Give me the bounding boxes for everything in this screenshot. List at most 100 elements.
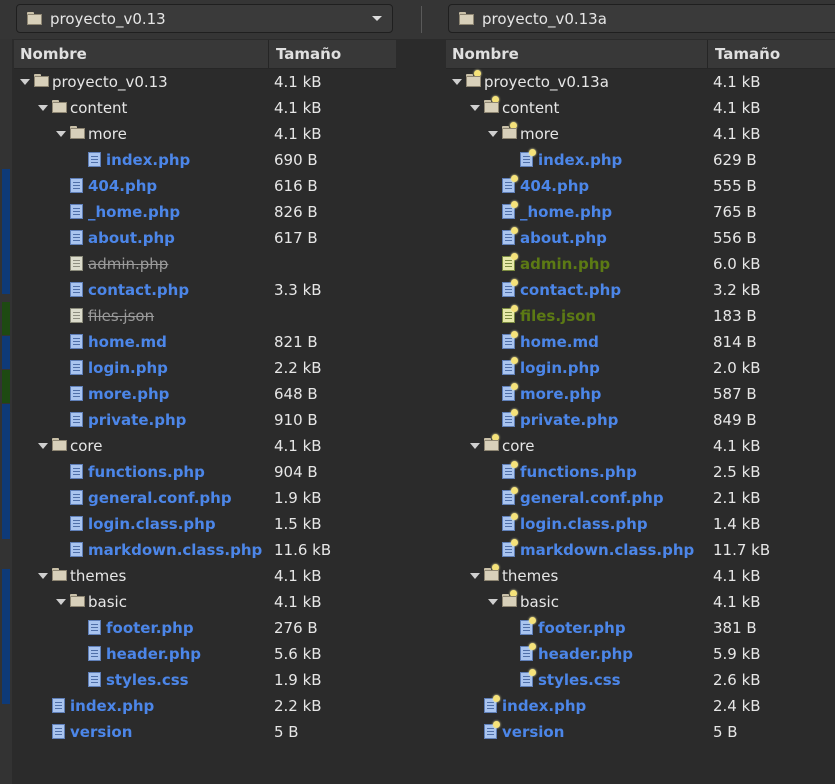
file-row[interactable]: header.php 5.9 kB [446,641,835,667]
file-row[interactable]: styles.css 1.9 kB [14,667,396,693]
diff-marker[interactable] [2,336,10,369]
expander-icon[interactable] [38,573,48,579]
file-row[interactable]: functions.php 2.5 kB [446,459,835,485]
folder-row[interactable]: basic 4.1 kB [14,589,396,615]
expander-icon[interactable] [56,131,66,137]
file-row[interactable]: version 5 B [14,719,396,745]
expander-icon[interactable] [38,105,48,111]
file-row[interactable]: 404.php 616 B [14,173,396,199]
column-size-header[interactable]: Tamaño [276,45,341,63]
folder-icon [502,122,517,139]
file-row[interactable]: general.conf.php 2.1 kB [446,485,835,511]
item-size: 3.3 kB [274,281,322,299]
file-row[interactable]: styles.css 2.6 kB [446,667,835,693]
folder-row[interactable]: core 4.1 kB [14,433,396,459]
right-file-tree[interactable]: Nombre Tamaño proyecto_v0.13a 4.1 kB conte… [446,39,835,784]
file-row[interactable]: home.md 814 B [446,329,835,355]
expander-icon[interactable] [20,79,30,85]
file-row[interactable]: _home.php 765 B [446,199,835,225]
left-location-combo[interactable]: proyecto_v0.13 [16,4,393,33]
column-header: Nombre Tamaño [446,40,835,69]
file-row[interactable]: _home.php 826 B [14,199,396,225]
column-name-header[interactable]: Nombre [452,45,519,63]
file-row[interactable]: about.php 617 B [14,225,396,251]
column-divider[interactable] [707,40,708,68]
item-name: private.php [520,411,619,429]
file-row[interactable]: general.conf.php 1.9 kB [14,485,396,511]
diff-marker[interactable] [2,169,10,294]
expander-icon[interactable] [470,573,480,579]
file-row[interactable]: login.class.php 1.4 kB [446,511,835,537]
file-row[interactable]: login.class.php 1.5 kB [14,511,396,537]
folder-row[interactable]: more 4.1 kB [446,121,835,147]
file-row[interactable]: admin.php 6.0 kB [446,251,835,277]
column-size-header[interactable]: Tamaño [715,45,780,63]
item-size: 2.6 kB [713,671,761,689]
column-divider[interactable] [268,40,269,68]
item-name: _home.php [520,203,613,221]
file-row[interactable]: contact.php 3.3 kB [14,277,396,303]
expander-icon[interactable] [470,443,480,449]
expander-icon[interactable] [470,105,480,111]
expander-icon[interactable] [488,131,498,137]
file-row[interactable]: markdown.class.php 11.7 kB [446,537,835,563]
item-name: content [502,99,560,117]
file-row[interactable]: login.php 2.0 kB [446,355,835,381]
file-row[interactable]: more.php 587 B [446,381,835,407]
expander-icon[interactable] [488,599,498,605]
file-row[interactable]: files.json [14,303,396,329]
right-location-text: proyecto_v0.13a [482,9,607,28]
file-row[interactable]: header.php 5.6 kB [14,641,396,667]
file-row[interactable]: private.php 910 B [14,407,396,433]
file-row[interactable]: contact.php 3.2 kB [446,277,835,303]
file-row[interactable]: version 5 B [446,719,835,745]
item-name: styles.css [538,671,621,689]
file-row[interactable]: files.json 183 B [446,303,835,329]
file-row[interactable]: admin.php [14,251,396,277]
file-row[interactable]: login.php 2.2 kB [14,355,396,381]
file-row[interactable]: index.php 2.2 kB [14,693,396,719]
diff-marker[interactable] [2,302,10,335]
file-row[interactable]: home.md 821 B [14,329,396,355]
expander-icon[interactable] [452,79,462,85]
right-location-entry[interactable]: proyecto_v0.13a [448,4,835,33]
folder-row[interactable]: themes 4.1 kB [446,563,835,589]
folder-row[interactable]: basic 4.1 kB [446,589,835,615]
expander-icon[interactable] [38,443,48,449]
folder-row[interactable]: themes 4.1 kB [14,563,396,589]
item-size: 4.1 kB [713,593,761,611]
item-name: header.php [538,645,633,663]
folder-row[interactable]: content 4.1 kB [14,95,396,121]
expander-icon[interactable] [56,599,66,605]
file-icon [70,178,83,193]
file-row[interactable]: footer.php 276 B [14,615,396,641]
chevron-down-icon[interactable] [372,16,382,21]
column-name-header[interactable]: Nombre [20,45,87,63]
item-name: home.md [88,333,167,351]
folder-row[interactable]: proyecto_v0.13a 4.1 kB [446,69,835,95]
file-row[interactable]: functions.php 904 B [14,459,396,485]
folder-row[interactable]: proyecto_v0.13 4.1 kB [14,69,396,95]
file-icon [88,646,101,661]
file-row[interactable]: index.php 629 B [446,147,835,173]
item-name: markdown.class.php [88,541,263,559]
folder-row[interactable]: core 4.1 kB [446,433,835,459]
file-row[interactable]: 404.php 555 B [446,173,835,199]
diff-marker[interactable] [2,404,10,539]
diff-map-strip[interactable] [0,39,12,784]
file-row[interactable]: private.php 849 B [446,407,835,433]
folder-row[interactable]: content 4.1 kB [446,95,835,121]
item-name: home.md [520,333,599,351]
item-size: 904 B [274,463,318,481]
file-row[interactable]: markdown.class.php 11.6 kB [14,537,396,563]
file-row[interactable]: footer.php 381 B [446,615,835,641]
diff-marker[interactable] [2,370,10,403]
file-row[interactable]: index.php 690 B [14,147,396,173]
file-row[interactable]: index.php 2.4 kB [446,693,835,719]
item-name: index.php [70,697,155,715]
file-row[interactable]: about.php 556 B [446,225,835,251]
folder-row[interactable]: more 4.1 kB [14,121,396,147]
diff-marker[interactable] [2,569,10,704]
file-row[interactable]: more.php 648 B [14,381,396,407]
left-file-tree[interactable]: Nombre Tamaño proyecto_v0.13 4.1 kB conten… [14,39,396,784]
